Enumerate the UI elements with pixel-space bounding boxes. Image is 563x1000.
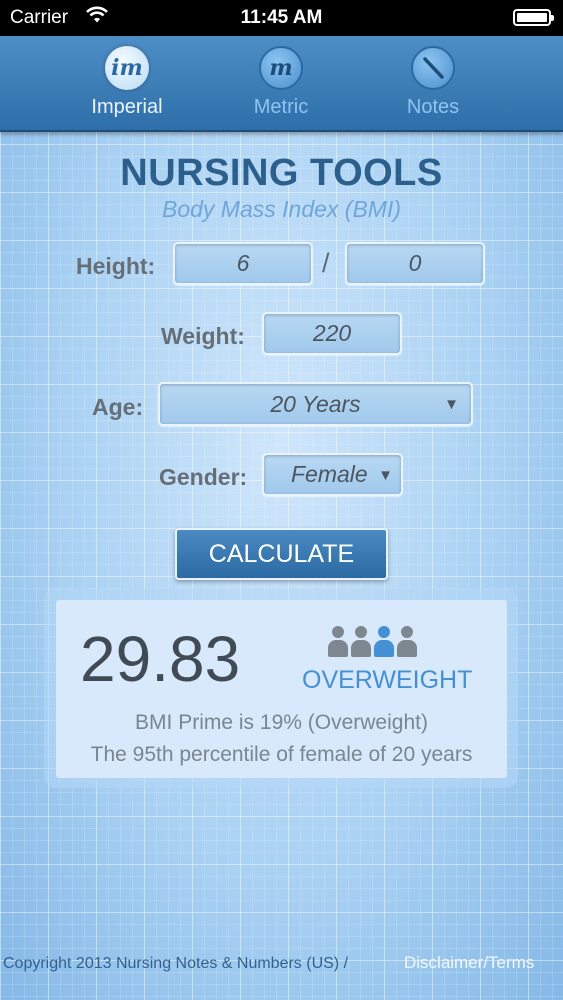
status-bar: Carrier 11:45 AM — [0, 0, 563, 36]
clock: 11:45 AM — [240, 7, 323, 28]
copyright-text: Copyright 2013 Nursing Notes & Numbers (… — [3, 955, 349, 972]
height-inches-input[interactable]: 0 — [345, 242, 485, 285]
tab-imperial[interactable]: im Imperial — [67, 46, 187, 119]
tab-metric[interactable]: m Metric — [221, 46, 341, 119]
battery-icon — [513, 9, 554, 26]
gender-label: Gender: — [159, 464, 248, 490]
age-label: Age: — [92, 394, 144, 420]
height-separator: / — [322, 248, 330, 278]
calculate-button[interactable]: CALCULATE — [175, 528, 388, 580]
disclaimer-link[interactable]: Disclaimer/Terms — [404, 953, 534, 973]
tab-bar: im Imperial m Metric Notes — [0, 36, 563, 132]
height-feet-input[interactable]: 6 — [173, 242, 313, 285]
person-icon — [397, 626, 417, 658]
tab-label: Imperial — [91, 96, 163, 118]
percentile-text: The 95th percentile of female of 20 year… — [90, 743, 473, 766]
im-icon: im — [105, 46, 149, 90]
m-icon: m — [259, 46, 303, 90]
height-label: Height: — [76, 253, 156, 279]
tab-notes[interactable]: Notes — [373, 46, 493, 119]
bmi-value: 29.83 — [80, 623, 241, 695]
person-icon — [328, 626, 348, 658]
weight-category-icons — [328, 626, 417, 658]
tab-label: Metric — [253, 96, 309, 118]
gender-select[interactable]: Female ▼ — [262, 453, 403, 496]
page-title: NURSING TOOLS — [120, 152, 443, 194]
weight-input[interactable]: 220 — [262, 312, 402, 355]
dropdown-arrow-icon: ▼ — [444, 396, 459, 413]
pencil-icon — [411, 46, 455, 90]
dropdown-arrow-icon: ▼ — [378, 467, 393, 484]
person-icon — [351, 626, 371, 658]
bmi-prime-text: BMI Prime is 19% (Overweight) — [135, 711, 428, 734]
page-subtitle: Body Mass Index (BMI) — [161, 196, 402, 222]
gender-value: Female — [291, 461, 368, 487]
bmi-category: OVERWEIGHT — [302, 666, 473, 694]
tab-label: Notes — [406, 96, 460, 118]
age-select[interactable]: 20 Years ▼ — [158, 382, 473, 426]
weight-label: Weight: — [161, 323, 245, 349]
person-icon — [374, 626, 394, 658]
age-value: 20 Years — [270, 391, 361, 417]
